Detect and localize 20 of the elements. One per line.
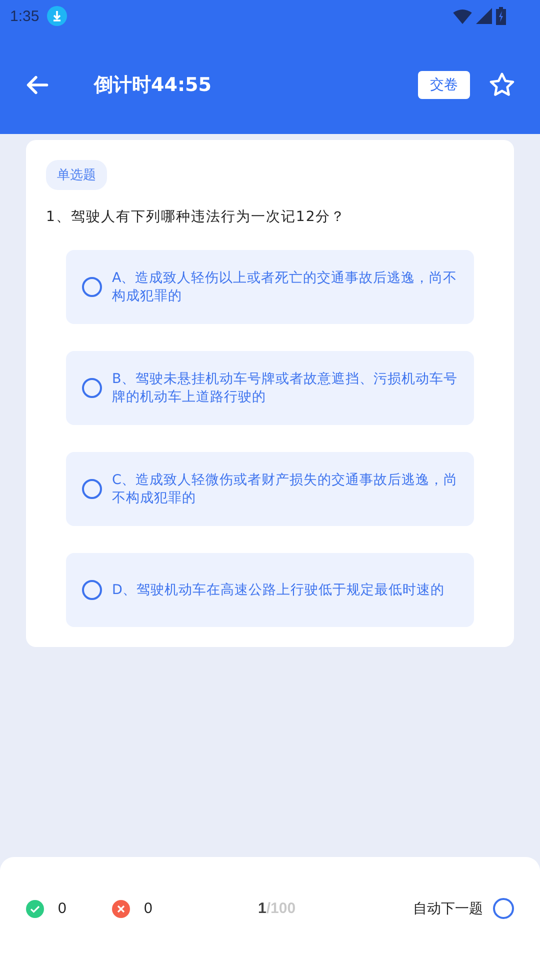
current-question-number: 1 [258,900,266,917]
answer-option[interactable]: A、造成致人轻伤以上或者死亡的交通事故后逃逸，尚不构成犯罪的 [66,250,474,324]
cross-icon [112,900,130,918]
clock-time: 1:35 [10,8,40,24]
question-text: 1、驾驶人有下列哪种违法行为一次记12分？ [46,208,347,226]
download-icon [47,6,68,26]
answer-option[interactable]: C、造成致人轻微伤或者财产损失的交通事故后逃逸，尚不构成犯罪的 [66,452,474,526]
submit-button[interactable]: 交卷 [418,71,470,99]
correct-count: 0 [58,900,66,917]
answer-option[interactable]: B、驾驶未悬挂机动车号牌或者故意遮挡、污损机动车号牌的机动车上道路行驶的 [66,351,474,425]
question-type-tag: 单选题 [46,160,107,190]
countdown-title: 倒计时44:55 [94,73,212,98]
wrong-count: 0 [144,900,152,917]
auto-next-toggle[interactable] [493,898,514,919]
answer-option[interactable]: D、驾驶机动车在高速公路上行驶低于规定最低时速的 [66,553,474,627]
signal-icon [476,8,492,24]
check-icon [26,900,44,918]
wifi-icon [453,8,472,24]
battery-icon [496,7,506,25]
auto-next-label: 自动下一题 [413,900,483,918]
